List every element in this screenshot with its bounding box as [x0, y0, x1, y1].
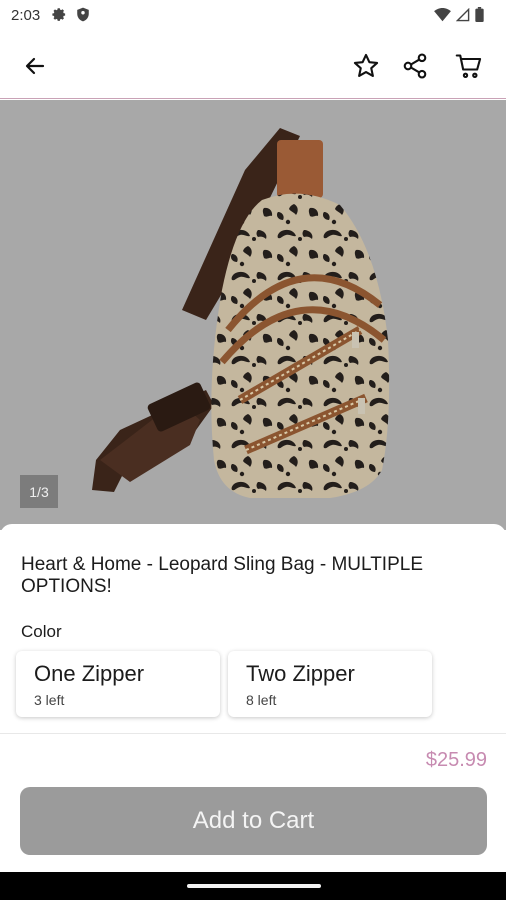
option-name: Two Zipper	[246, 661, 355, 686]
price: $25.99	[425, 749, 487, 771]
option-one-zipper[interactable]: One Zipper 3 left	[16, 651, 220, 717]
battery-icon	[475, 7, 484, 27]
wifi-icon	[434, 7, 451, 27]
shield-icon	[76, 7, 90, 27]
option-two-zipper[interactable]: Two Zipper 8 left	[228, 651, 432, 717]
star-icon	[353, 53, 379, 77]
favorite-button[interactable]	[348, 48, 384, 84]
cell-signal-icon	[455, 7, 470, 27]
back-button[interactable]	[17, 48, 53, 84]
option-stock: 3 left	[34, 692, 65, 708]
image-counter: 1/3	[20, 475, 58, 508]
app-bar	[0, 32, 506, 99]
product-title: Heart & Home - Leopard Sling Bag - MULTI…	[21, 554, 423, 597]
status-bar: 2:03	[0, 0, 506, 32]
arrow-left-icon	[25, 57, 45, 75]
system-nav-bar	[0, 872, 506, 900]
cart-button[interactable]	[451, 48, 487, 84]
color-label: Color	[21, 622, 62, 641]
home-gesture-handle[interactable]	[187, 884, 321, 888]
cart-icon	[455, 54, 482, 79]
share-button[interactable]	[397, 48, 433, 84]
gear-icon	[52, 7, 67, 27]
product-image[interactable]	[0, 100, 506, 530]
option-stock: 8 left	[246, 692, 277, 708]
divider	[0, 733, 506, 734]
status-time: 2:03	[11, 7, 41, 24]
product-details-sheet: Heart & Home - Leopard Sling Bag - MULTI…	[0, 524, 506, 872]
option-name: One Zipper	[34, 661, 145, 686]
add-to-cart-button[interactable]: Add to Cart	[20, 787, 487, 855]
share-icon	[403, 53, 427, 79]
